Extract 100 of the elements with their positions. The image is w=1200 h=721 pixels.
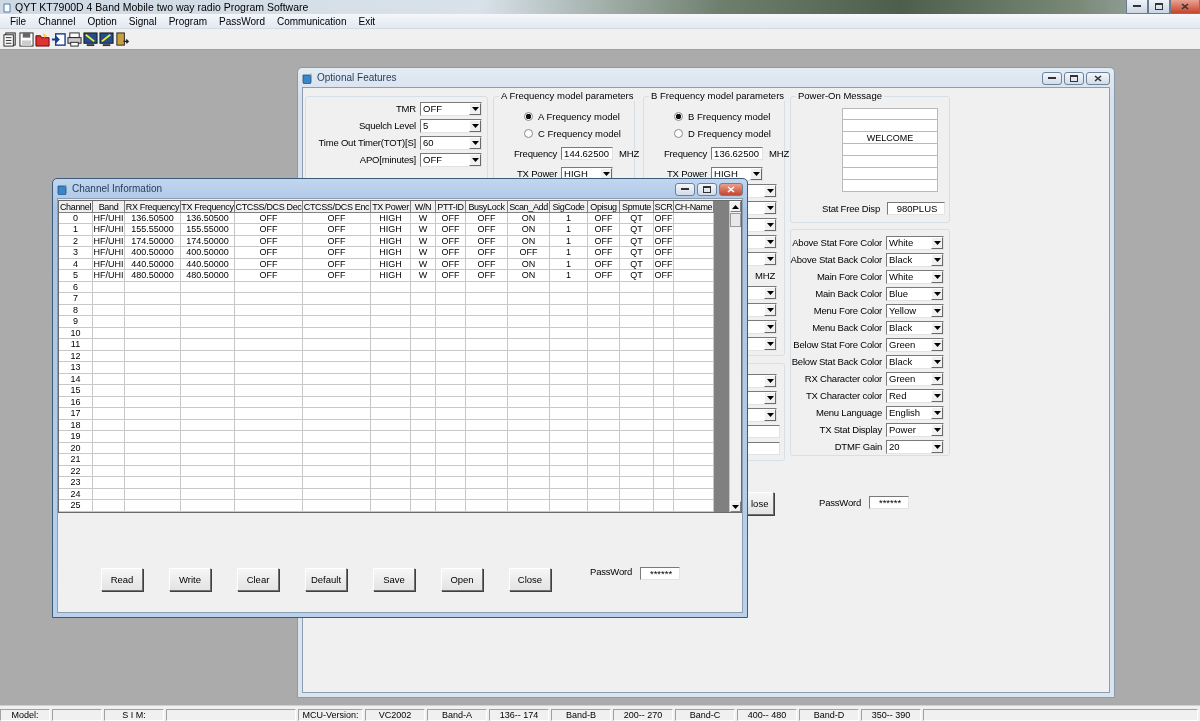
message-line-field[interactable] — [842, 156, 938, 168]
action-button[interactable]: Clear — [237, 568, 279, 591]
menu-item[interactable]: Signal — [122, 15, 163, 27]
field-label: Frequency — [664, 148, 708, 159]
minimize-button[interactable] — [1126, 0, 1148, 14]
dropdown[interactable]: Green — [886, 371, 944, 386]
dropdown[interactable]: Black — [886, 252, 944, 267]
printer-icon[interactable] — [66, 31, 82, 47]
message-line-field[interactable] — [842, 180, 938, 192]
scrollbar[interactable] — [729, 201, 741, 512]
column-header[interactable]: TX Power — [371, 201, 411, 213]
menu-item[interactable]: Exit — [352, 15, 382, 27]
menu-item[interactable]: PassWord — [213, 15, 271, 27]
exit-icon[interactable] — [114, 31, 130, 47]
status-text: Band-C — [675, 709, 735, 721]
scroll-thumb[interactable] — [730, 213, 741, 227]
action-button[interactable]: Save — [373, 568, 415, 591]
table-cell: OFF — [235, 258, 303, 270]
dropdown[interactable]: Black — [886, 320, 944, 335]
dropdown[interactable]: Power — [886, 422, 944, 437]
menu-item[interactable]: Channel — [32, 15, 82, 27]
message-line-field[interactable] — [842, 144, 938, 156]
close-button[interactable] — [1170, 0, 1200, 14]
import-icon[interactable] — [50, 31, 66, 47]
dropdown[interactable]: Green — [886, 337, 944, 352]
action-button[interactable]: Default — [305, 568, 347, 591]
maximize-button[interactable] — [1148, 0, 1170, 14]
table-cell — [508, 442, 550, 454]
menu-item[interactable]: Option — [81, 15, 123, 27]
message-line-field[interactable] — [842, 108, 938, 120]
dropdown[interactable]: 5 — [420, 118, 482, 133]
table-cell — [125, 408, 181, 420]
radio-button[interactable] — [524, 129, 533, 138]
frequency-field[interactable]: 136.62500 — [711, 147, 764, 160]
save-icon[interactable] — [18, 31, 34, 47]
column-header[interactable]: Scan_Add — [508, 201, 550, 213]
minimize-button[interactable] — [675, 183, 695, 196]
column-header[interactable]: SCR — [654, 201, 674, 213]
radio-button[interactable] — [674, 129, 683, 138]
dropdown[interactable]: OFF — [420, 101, 482, 116]
password-field[interactable]: ****** — [640, 567, 681, 580]
dropdown[interactable]: English — [886, 405, 944, 420]
radio-label[interactable]: C Frequency model — [538, 128, 621, 139]
radio-label[interactable]: B Frequency model — [688, 111, 771, 122]
column-header[interactable]: RX Frequency — [125, 201, 181, 213]
close-button[interactable] — [1086, 72, 1110, 85]
action-button[interactable]: Open — [441, 568, 483, 591]
column-header[interactable]: SigCode — [550, 201, 588, 213]
column-header[interactable]: TX Frequency — [181, 201, 235, 213]
maximize-button[interactable] — [697, 183, 717, 196]
table-cell — [674, 281, 714, 293]
password-field[interactable]: ****** — [869, 496, 910, 509]
folder-icon[interactable] — [34, 31, 50, 47]
minimize-button[interactable] — [1042, 72, 1062, 85]
table-cell — [93, 500, 125, 512]
monitor-icon[interactable] — [98, 31, 114, 47]
column-header[interactable]: PTT-ID — [436, 201, 466, 213]
table-cell: OFF — [436, 270, 466, 282]
frequency-field[interactable]: 144.62500 — [561, 147, 614, 160]
dropdown[interactable]: Yellow — [886, 303, 944, 318]
column-header[interactable]: BusyLock — [466, 201, 508, 213]
dropdown[interactable]: 60 — [420, 135, 482, 150]
caret-icon — [933, 410, 941, 415]
caret-icon — [766, 188, 774, 193]
dropdown[interactable]: White — [886, 235, 944, 250]
dropdown[interactable]: White — [886, 269, 944, 284]
column-header[interactable]: Band — [93, 201, 125, 213]
dropdown[interactable]: Red — [886, 388, 944, 403]
column-header[interactable]: W/N — [411, 201, 436, 213]
radio-button[interactable] — [674, 112, 683, 121]
message-line-field[interactable]: WELCOME — [842, 132, 938, 144]
column-header[interactable]: Channel — [59, 201, 93, 213]
menu-item[interactable]: File — [4, 15, 33, 27]
maximize-button[interactable] — [1064, 72, 1084, 85]
column-header[interactable]: Spmute — [620, 201, 654, 213]
radio-label[interactable]: D Frequency model — [688, 128, 771, 139]
menu-item[interactable]: Communication — [271, 15, 353, 27]
close-button[interactable] — [719, 183, 743, 196]
radio-button[interactable] — [524, 112, 533, 121]
dropdown[interactable]: 20 — [886, 439, 944, 454]
message-line-field[interactable] — [842, 168, 938, 180]
text-field[interactable]: 980PLUS — [887, 201, 945, 215]
table-cell — [303, 339, 371, 351]
dropdown[interactable]: HIGH — [711, 166, 764, 181]
dropdown[interactable]: Black — [886, 354, 944, 369]
monitor-icon[interactable] — [82, 31, 98, 47]
message-line-field[interactable] — [842, 120, 938, 132]
action-button[interactable]: Close — [509, 568, 551, 591]
radio-label[interactable]: A Frequency model — [538, 111, 620, 122]
column-header[interactable]: CTCSS/DCS Dec — [235, 201, 303, 213]
action-button[interactable]: Write — [169, 568, 211, 591]
table-cell — [674, 419, 714, 431]
column-header[interactable]: CH-Name — [674, 201, 714, 213]
dropdown[interactable]: Blue — [886, 286, 944, 301]
action-button[interactable]: Read — [101, 568, 143, 591]
column-header[interactable]: Opisug — [588, 201, 620, 213]
menu-item[interactable]: Program — [162, 15, 214, 27]
column-header[interactable]: CTCSS/DCS Enc — [303, 201, 371, 213]
document-stack-icon[interactable] — [2, 31, 18, 47]
dropdown[interactable]: OFF — [420, 152, 482, 167]
